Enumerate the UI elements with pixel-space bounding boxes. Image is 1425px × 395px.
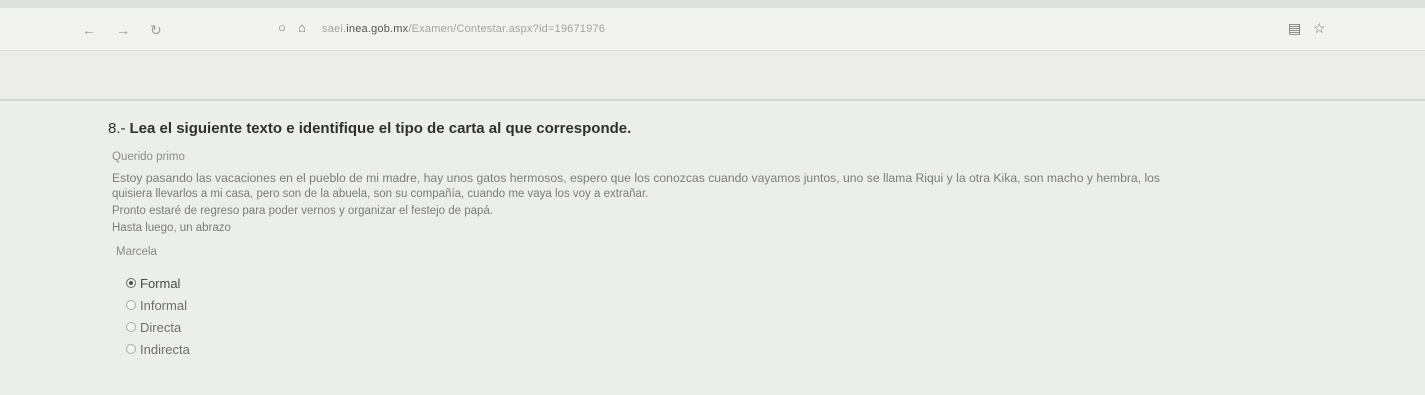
letter-signature: Marcela [116, 246, 157, 258]
option-label: Formal [140, 275, 181, 291]
letter-line-1: Estoy pasando las vacaciones en el puebl… [112, 171, 1161, 185]
letter-line-3: Pronto estaré de regreso para poder vern… [112, 205, 494, 217]
answer-options: Formal Informal Directa Indirecta [126, 272, 190, 360]
question-number: 8.- [108, 120, 126, 137]
option-formal[interactable]: Formal [126, 272, 190, 294]
question-text: Lea el siguiente texto e identifique el … [129, 120, 632, 137]
radio-icon[interactable] [126, 344, 136, 354]
option-indirecta[interactable]: Indirecta [126, 338, 190, 360]
url-path: /Examen/Contestar.aspx?id=19671976 [408, 23, 606, 35]
letter-greeting: Querido primo [112, 151, 185, 163]
radio-icon[interactable] [126, 322, 136, 332]
reload-icon[interactable]: ↻ [150, 22, 162, 39]
browser-toolbar: ← → ↻ ○ ⌂ saei.inea.gob.mx/Examen/Contes… [0, 0, 1425, 51]
exam-content [0, 101, 1425, 395]
reader-view-icon[interactable]: ▤ [1288, 20, 1301, 37]
tracking-shield-icon[interactable]: ○ [278, 20, 286, 35]
question-title: 8.- Lea el siguiente texto e identifique … [108, 120, 631, 137]
option-label: Informal [140, 297, 187, 313]
back-icon[interactable]: ← [82, 22, 96, 38]
option-directa[interactable]: Directa [126, 316, 190, 338]
address-bar[interactable]: saei.inea.gob.mx/Examen/Contestar.aspx?i… [322, 23, 605, 35]
lock-icon[interactable]: ⌂ [298, 20, 306, 35]
radio-icon[interactable] [126, 300, 136, 310]
option-informal[interactable]: Informal [126, 294, 190, 316]
radio-selected-icon[interactable] [126, 278, 136, 288]
url-prefix: saei. [322, 23, 347, 35]
window-top-strip [0, 0, 1425, 8]
page-header-area [0, 51, 1425, 99]
letter-line-2: quisiera llevarlos a mi casa, pero son d… [112, 188, 649, 200]
letter-closing: Hasta luego, un abrazo [112, 222, 231, 234]
url-domain: inea.gob.mx [346, 23, 409, 35]
star-icon[interactable]: ☆ [1313, 20, 1326, 37]
option-label: Directa [140, 319, 182, 335]
option-label: Indirecta [140, 341, 190, 357]
forward-icon[interactable]: → [116, 22, 130, 38]
